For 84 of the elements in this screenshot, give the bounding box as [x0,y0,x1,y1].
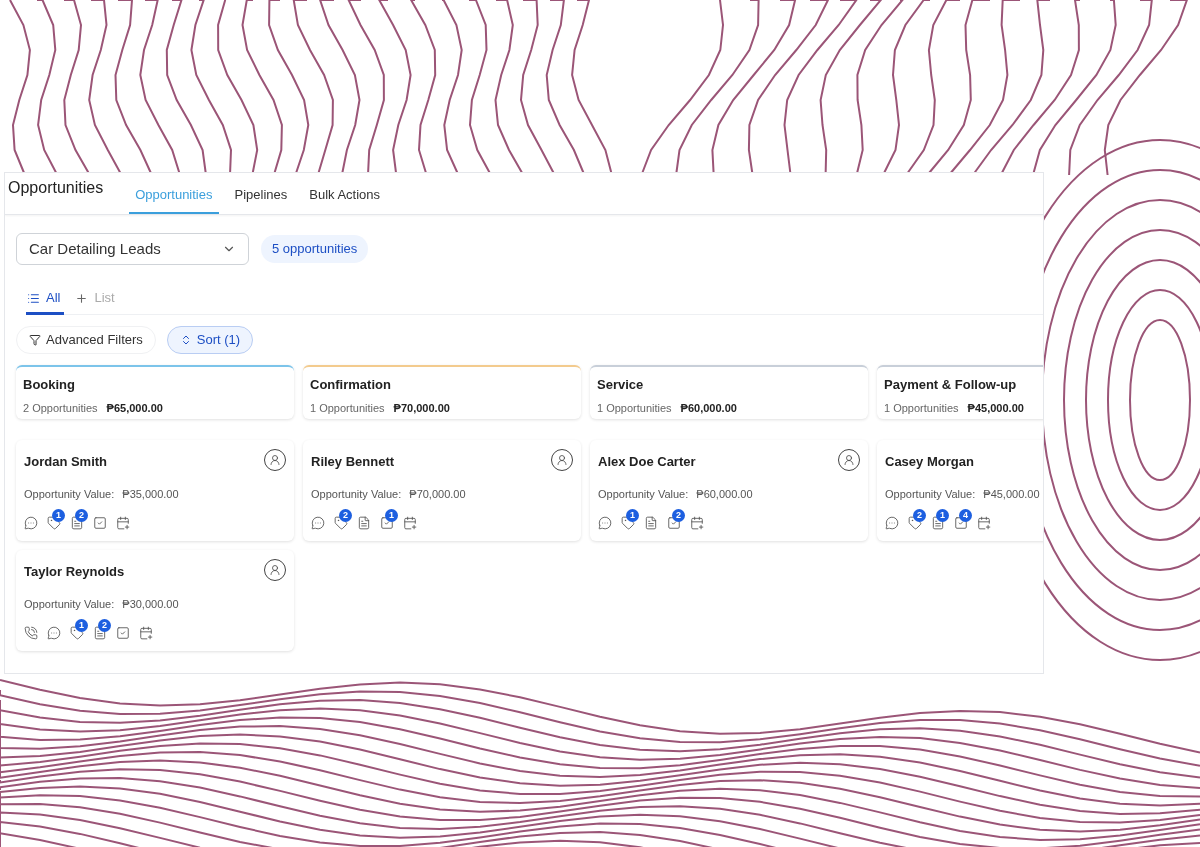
chat-icon[interactable] [311,516,325,530]
calendar-icon[interactable] [690,516,704,530]
checkbox-icon[interactable] [380,516,394,530]
contact-name: Taylor Reynolds [24,563,125,581]
document-icon[interactable] [644,516,658,530]
filter-icon [29,334,41,346]
document-icon[interactable] [931,516,945,530]
checkbox-icon[interactable] [116,626,130,640]
count-badge: 2 [339,509,352,522]
value-amount: ₱45,000.00 [983,486,1040,502]
chat-icon[interactable] [885,516,899,530]
stage-name: Booking [23,376,76,394]
opportunity-card[interactable]: Casey Morgan Opportunity Value: ₱45,000.00 2 1 4 [877,440,1043,541]
count-badge: 1 [936,509,949,522]
opportunity-card[interactable]: Taylor Reynolds Opportunity Value: ₱30,000.00 1 2 [16,550,294,651]
stage-total: ₱60,000.00 [680,400,737,416]
user-icon [269,453,281,466]
user-icon [556,453,568,466]
list-icon [27,291,40,305]
document-icon[interactable] [70,516,84,530]
contact-name: Casey Morgan [885,453,974,471]
stage-count: 2 Opportunities [23,400,98,416]
stage-total: ₱45,000.00 [967,400,1024,416]
value-label: Opportunity Value: [24,486,115,502]
count-badge: 1 [75,619,88,632]
stage-name: Payment & Follow-up [884,376,1018,394]
nav-tab[interactable]: Bulk Actions [303,184,387,214]
calendar-icon[interactable] [403,516,417,530]
checkbox-icon[interactable] [954,516,968,530]
opportunity-card[interactable]: Alex Doe Carter Opportunity Value: ₱60,000.00 1 2 [590,440,868,541]
count-pill: 5 opportunities [261,235,369,263]
count-badge: 2 [672,509,685,522]
stage-total: ₱65,000.00 [106,400,163,416]
tag-icon[interactable] [70,626,84,640]
view-tab[interactable]: All [26,284,65,315]
document-icon[interactable] [357,516,371,530]
count-badge: 2 [98,619,111,632]
opportunity-card[interactable]: Jordan Smith Opportunity Value: ₱35,000.00 1 2 [16,440,294,541]
count-badge: 1 [626,509,639,522]
count-badge: 1 [52,509,65,522]
contact-name: Riley Bennett [311,453,395,471]
value-label: Opportunity Value: [598,486,689,502]
stage-name: Service [597,376,645,394]
page-title: Opportunities [8,178,104,198]
filter-button[interactable]: Sort (1) [166,326,254,354]
calendar-icon[interactable] [139,626,153,640]
stage-count: 1 Opportunities [597,400,672,416]
tag-icon[interactable] [47,516,61,530]
user-icon [843,453,855,466]
document-icon[interactable] [93,626,107,640]
tag-icon[interactable] [908,516,922,530]
contact-name: Alex Doe Carter [598,453,696,471]
stage-count: 1 Opportunities [310,400,385,416]
stage-count: 1 Opportunities [884,400,959,416]
checkbox-icon[interactable] [667,516,681,530]
value-label: Opportunity Value: [311,486,402,502]
phone-icon[interactable] [24,626,38,640]
stage-total: ₱70,000.00 [393,400,450,416]
tag-icon[interactable] [334,516,348,530]
count-badge: 1 [385,509,398,522]
plus-icon [75,291,89,305]
nav-tab[interactable]: Pipelines [228,184,294,214]
stage-name: Confirmation [310,376,392,394]
value-label: Opportunity Value: [24,596,115,612]
dropdown-value: Car Detailing Leads [29,238,161,259]
chat-icon[interactable] [24,516,38,530]
chat-icon[interactable] [598,516,612,530]
value-amount: ₱60,000.00 [696,486,753,502]
pipeline-dropdown[interactable]: Car Detailing Leads [16,233,249,265]
value-amount: ₱70,000.00 [409,486,466,502]
calendar-icon[interactable] [116,516,130,530]
value-amount: ₱35,000.00 [122,486,179,502]
count-badge: 4 [959,509,972,522]
chat-icon[interactable] [47,626,61,640]
user-icon [269,563,281,576]
count-badge: 2 [75,509,88,522]
value-label: Opportunity Value: [885,486,976,502]
calendar-icon[interactable] [977,516,991,530]
checkbox-icon[interactable] [93,516,107,530]
contact-name: Jordan Smith [24,453,108,471]
opportunity-card[interactable]: Riley Bennett Opportunity Value: ₱70,000.00 2 1 [303,440,581,541]
value-amount: ₱30,000.00 [122,596,179,612]
count-badge: 2 [913,509,926,522]
tag-icon[interactable] [621,516,635,530]
